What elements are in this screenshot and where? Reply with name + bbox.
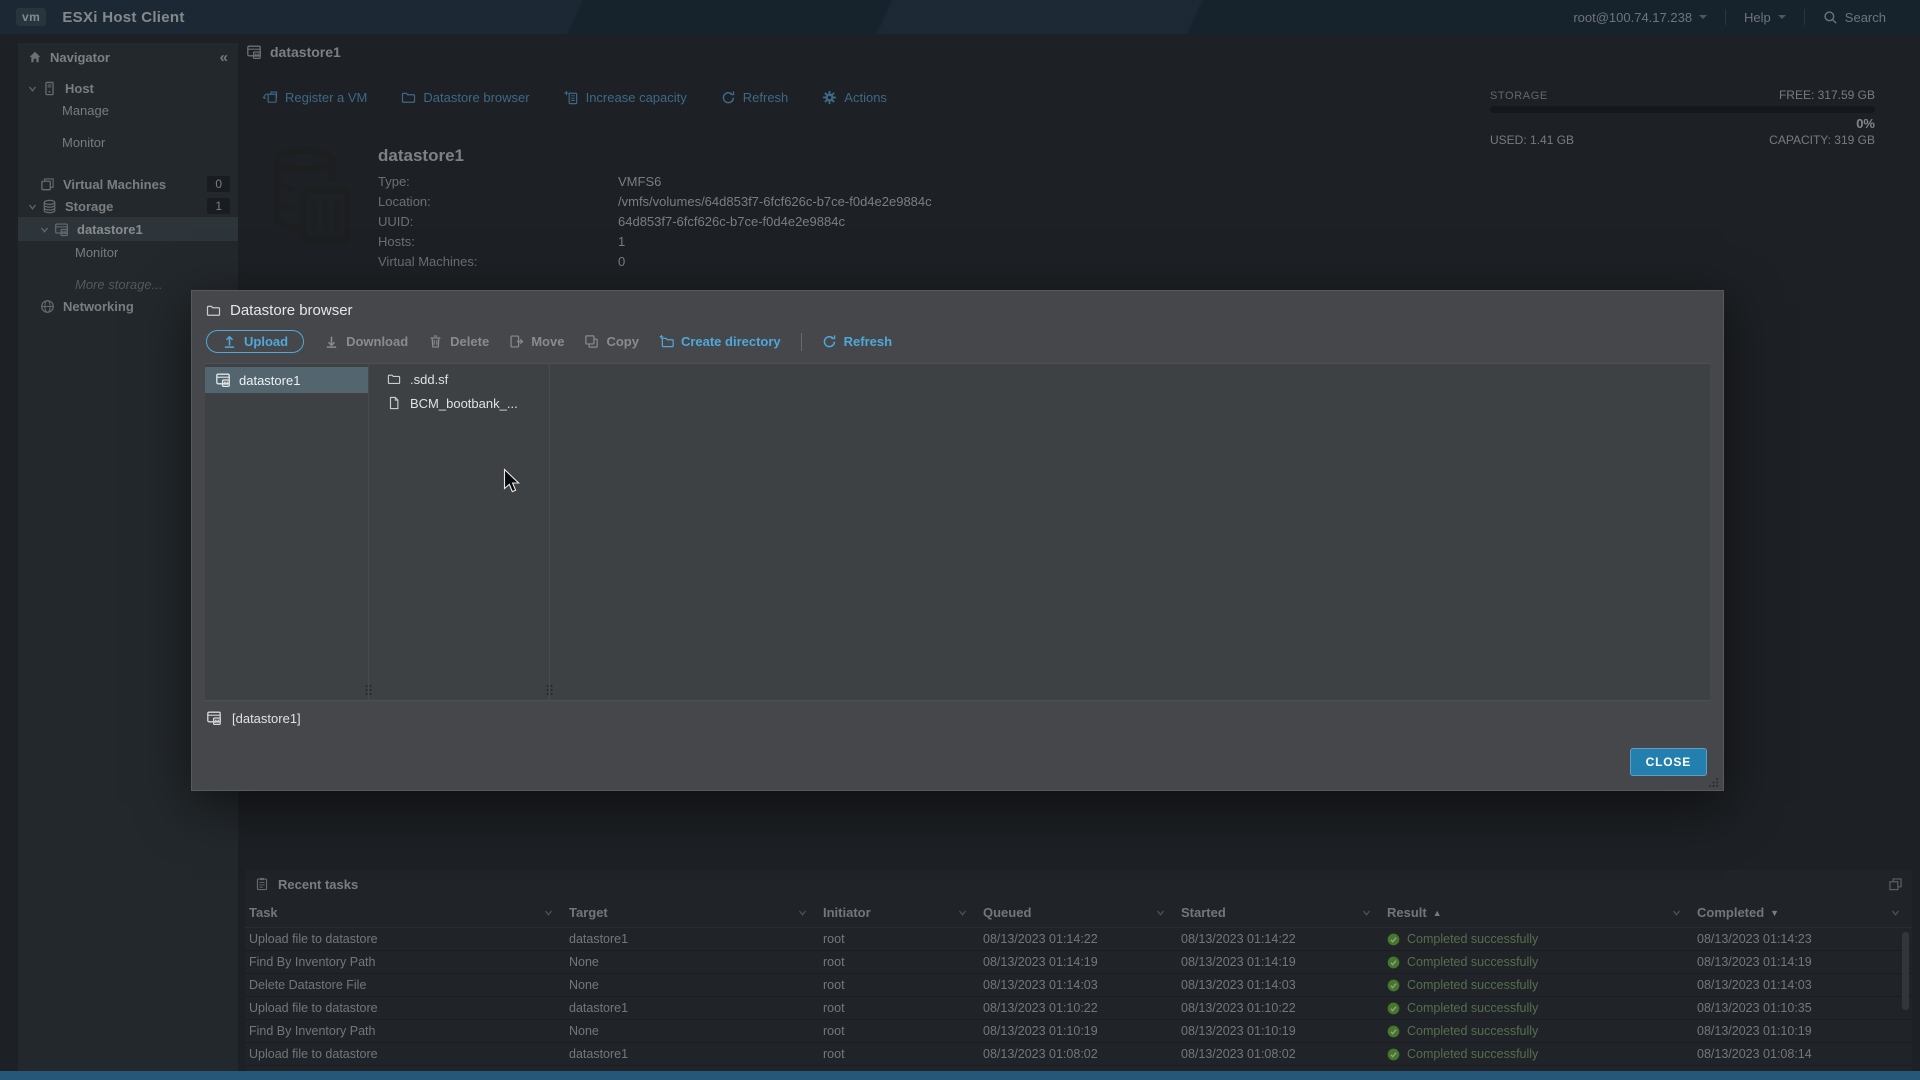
path-status-bar: [datastore1]: [192, 701, 1723, 735]
close-button[interactable]: CLOSE: [1629, 748, 1707, 776]
datastore-icon: [216, 373, 230, 388]
file-browser: datastore1 .sdd.sf BCM_bootbank_...: [205, 363, 1710, 701]
column-resize-grip[interactable]: [545, 684, 554, 696]
tree-item-datastore1[interactable]: datastore1: [205, 367, 368, 393]
dialog-resize-grip[interactable]: [1709, 777, 1719, 787]
file-icon: [389, 396, 399, 410]
dialog-title: Datastore browser: [230, 302, 353, 319]
dialog-toolbar: Upload Download Delete Move Copy Create …: [192, 327, 1723, 363]
copy-icon: [585, 335, 599, 348]
trash-icon: [430, 335, 442, 348]
download-icon: [326, 335, 337, 348]
file-item-sdd-sf[interactable]: .sdd.sf: [378, 367, 568, 391]
column-divider: [368, 364, 369, 700]
datastore-browser-dialog: Datastore browser Upload Download Delete…: [191, 290, 1724, 791]
move-button[interactable]: Move: [509, 334, 564, 349]
upload-button[interactable]: Upload: [206, 330, 305, 353]
refresh-icon: [823, 334, 835, 348]
folder-icon: [387, 374, 401, 385]
copy-button[interactable]: Copy: [584, 334, 639, 349]
download-button[interactable]: Download: [324, 334, 408, 349]
column-resize-grip[interactable]: [364, 684, 373, 696]
current-path: [datastore1]: [232, 710, 301, 726]
move-icon: [510, 335, 524, 348]
divider: [800, 332, 802, 351]
upload-icon: [224, 335, 235, 348]
delete-button[interactable]: Delete: [428, 334, 489, 349]
datastore-icon: [207, 711, 221, 726]
dialog-refresh-button[interactable]: Refresh: [822, 334, 892, 349]
file-item-bcm-bootbank[interactable]: BCM_bootbank_...: [378, 391, 568, 415]
folder-plus-icon: [658, 334, 674, 348]
folder-icon: [206, 305, 221, 316]
create-directory-button[interactable]: Create directory: [658, 334, 781, 349]
